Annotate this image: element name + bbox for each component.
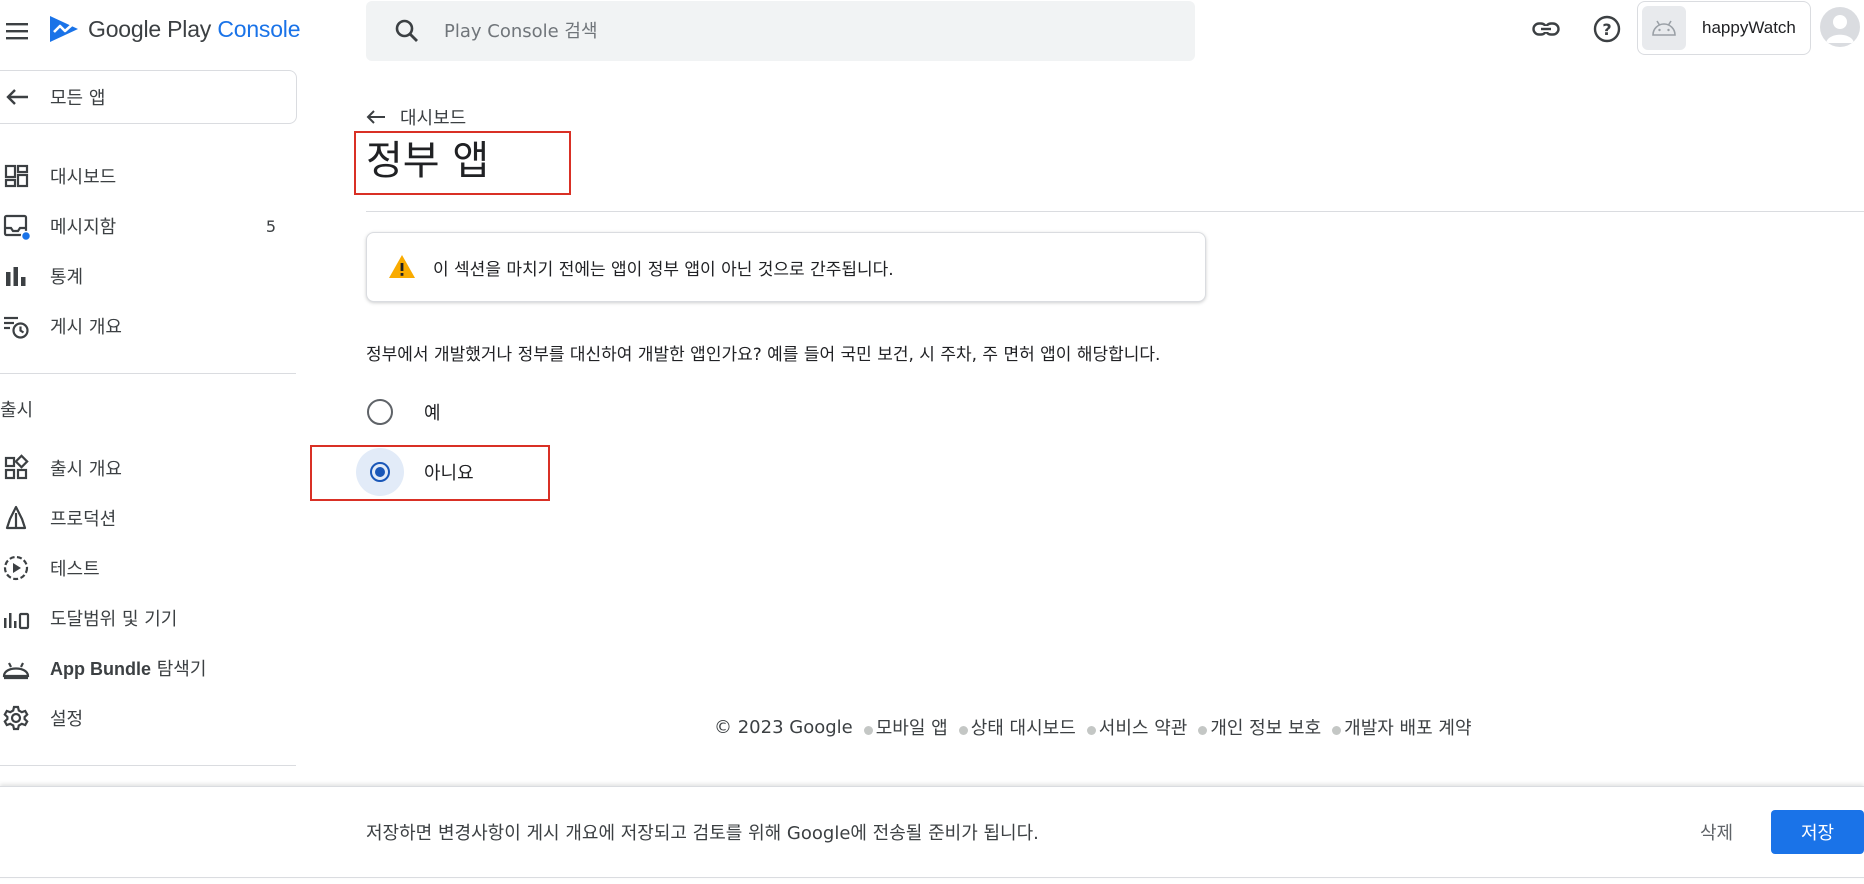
radio-label-yes: 예 <box>424 403 441 424</box>
sidebar-item-label: 테스트 <box>50 559 100 580</box>
footer-link-mobile-app[interactable]: 모바일 앱 <box>876 714 948 740</box>
footer-link-terms[interactable]: 서비스 약관 <box>1099 714 1188 740</box>
reach-devices-icon <box>2 604 30 632</box>
sidebar-divider <box>0 373 296 374</box>
back-to-dashboard-link[interactable]: 대시보드 <box>366 104 466 130</box>
footer-link-privacy[interactable]: 개인 정보 보호 <box>1210 714 1321 740</box>
sidebar-item-publishing-overview[interactable]: 게시 개요 <box>0 304 296 348</box>
app-bundle-text: App Bundle <box>50 659 151 679</box>
radio-option-yes[interactable]: 예 <box>356 388 441 436</box>
play-logo-icon <box>48 14 80 44</box>
link-icon[interactable] <box>1531 14 1561 44</box>
search-icon <box>394 18 420 44</box>
search-bar[interactable] <box>366 1 1195 61</box>
highlight-box-title <box>354 131 571 195</box>
sidebar-item-label: 프로덕션 <box>50 509 117 530</box>
sidebar-item-reach-devices[interactable]: 도달범위 및 기기 <box>0 596 296 640</box>
menu-icon[interactable] <box>6 20 28 42</box>
settings-icon <box>2 704 30 732</box>
explorer-text: 탐색기 <box>151 659 207 680</box>
sidebar-item-production[interactable]: 프로덕션 <box>0 496 296 540</box>
footer: © 2023 Google 모바일 앱 상태 대시보드 서비스 약관 개인 정보… <box>714 714 1472 740</box>
separator-dot <box>1086 725 1096 735</box>
radio-halo <box>356 388 404 436</box>
play-console-logo[interactable]: Google Play Console <box>48 14 301 44</box>
sidebar-item-label: 게시 개요 <box>50 317 122 338</box>
footer-link-status-dashboard[interactable]: 상태 대시보드 <box>971 714 1076 740</box>
separator-dot <box>1332 725 1342 735</box>
arrow-back-icon <box>4 84 30 110</box>
sidebar-item-testing[interactable]: 테스트 <box>0 546 296 590</box>
search-input[interactable] <box>442 19 1146 43</box>
separator-dot <box>958 725 968 735</box>
warning-icon <box>387 252 417 282</box>
separator-dot <box>1198 725 1208 735</box>
sidebar-item-statistics[interactable]: 통계 <box>0 254 296 298</box>
warning-banner: 이 섹션을 마치기 전에는 앱이 정부 앱이 아닌 것으로 간주됩니다. <box>366 232 1206 302</box>
app-name: happyWatch <box>1702 18 1796 37</box>
radio-button-yes[interactable] <box>367 399 393 425</box>
logo-text: Google Play Console <box>88 15 301 43</box>
all-apps-label: 모든 앱 <box>50 88 106 109</box>
question-text: 정부에서 개발했거나 정부를 대신하여 개발한 앱인가요? 예를 들어 국민 보… <box>366 345 1161 365</box>
help-icon[interactable]: ? <box>1592 14 1622 44</box>
sidebar-item-label: App Bundle 탐색기 <box>50 655 206 681</box>
save-bar-message: 저장하면 변경사항이 게시 개요에 저장되고 검토를 위해 Google에 전송… <box>366 823 1039 844</box>
save-bar: 저장하면 변경사항이 게시 개요에 저장되고 검토를 위해 Google에 전송… <box>0 786 1864 878</box>
arrow-back-icon <box>366 107 386 127</box>
logo-google-play-text: Google Play <box>88 15 212 42</box>
section-label-release: 출시 <box>0 400 34 421</box>
sidebar-item-label: 통계 <box>50 267 84 288</box>
sidebar-item-inbox[interactable]: 메시지함 5 <box>0 204 296 248</box>
footer-link-developer-agreement[interactable]: 개발자 배포 계약 <box>1344 714 1471 740</box>
delete-button[interactable]: 삭제 <box>1700 819 1733 845</box>
sidebar-item-release-overview[interactable]: 출시 개요 <box>0 446 296 490</box>
sidebar-item-label: 도달범위 및 기기 <box>50 609 178 630</box>
production-icon <box>2 504 30 532</box>
title-divider <box>366 211 1864 212</box>
dashboard-icon <box>2 162 30 190</box>
all-apps-button[interactable]: 모든 앱 <box>0 70 297 124</box>
app-bundle-icon <box>2 654 30 682</box>
sidebar-item-label: 설정 <box>50 709 84 730</box>
sidebar-item-app-bundle-explorer[interactable]: App Bundle 탐색기 <box>0 646 296 690</box>
svg-text:?: ? <box>1602 20 1611 39</box>
publishing-overview-icon <box>2 312 30 340</box>
sidebar-item-label: 대시보드 <box>50 167 117 188</box>
testing-icon <box>2 554 30 582</box>
inbox-icon <box>2 212 30 240</box>
separator-dot <box>863 725 873 735</box>
sidebar-item-label: 메시지함 <box>50 217 117 238</box>
unread-count: 5 <box>265 216 276 236</box>
sidebar-divider <box>0 765 296 766</box>
account-avatar[interactable] <box>1820 7 1860 47</box>
logo-console-text: Console <box>217 15 301 42</box>
warning-text: 이 섹션을 마치기 전에는 앱이 정부 앱이 아닌 것으로 간주됩니다. <box>433 259 894 280</box>
bar-chart-icon <box>2 262 30 290</box>
sidebar-item-dashboard[interactable]: 대시보드 <box>0 154 296 198</box>
release-overview-icon <box>2 454 30 482</box>
copyright-text: © 2023 Google <box>714 716 853 738</box>
back-link-label: 대시보드 <box>400 108 467 129</box>
sidebar-item-label: 출시 개요 <box>50 459 122 480</box>
sidebar-item-settings[interactable]: 설정 <box>0 696 296 740</box>
android-icon <box>1642 6 1686 50</box>
save-button[interactable]: 저장 <box>1771 810 1864 854</box>
app-switcher[interactable]: happyWatch <box>1637 1 1811 55</box>
highlight-box-answer <box>310 445 550 501</box>
